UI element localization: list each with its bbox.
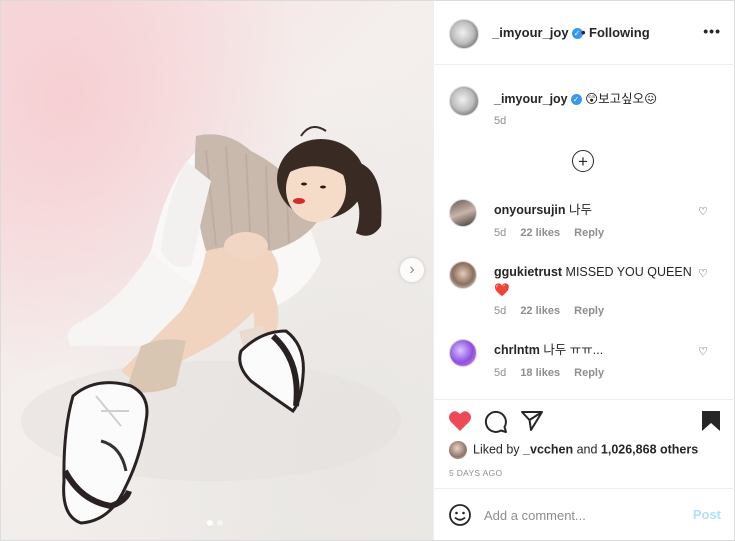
caption-avatar[interactable] bbox=[449, 86, 479, 116]
comment-text: 나두 bbox=[569, 203, 593, 217]
reply-button[interactable]: Reply bbox=[574, 367, 604, 379]
liker-avatar[interactable] bbox=[449, 441, 467, 459]
heart-icon[interactable] bbox=[448, 410, 472, 432]
comments-section[interactable]: _imyour_joy ✓ 😲보고싶오😖 5d + onyoursujin 나두 … bbox=[434, 66, 735, 399]
reply-button[interactable]: Reply bbox=[574, 305, 604, 317]
comment-likes[interactable]: 22 likes bbox=[520, 305, 560, 317]
commenter-username[interactable]: onyoursujin bbox=[494, 203, 566, 217]
comment-text: 나두 ㅠㅠ... bbox=[543, 343, 604, 357]
comment-body: ggukietrust MISSED YOU QUEEN ❤️ bbox=[494, 263, 694, 299]
liked-by-prefix: Liked by bbox=[473, 442, 520, 457]
carousel-next-button[interactable]: › bbox=[400, 258, 424, 282]
comment-body: onyoursujin 나두 bbox=[494, 201, 694, 219]
following-button[interactable]: Following bbox=[589, 25, 650, 40]
comment-icon[interactable] bbox=[484, 410, 508, 434]
comment-meta: 5d 18 likes Reply bbox=[494, 367, 615, 379]
separator-dot: • bbox=[581, 25, 586, 40]
verified-badge-icon: ✓ bbox=[570, 94, 582, 106]
comment-like-heart-icon[interactable]: ♡ bbox=[698, 205, 708, 218]
caption: _imyour_joy ✓ 😲보고싶오😖 bbox=[494, 88, 657, 107]
load-more-comments-button[interactable]: + bbox=[572, 150, 594, 172]
post-timestamp[interactable]: 5 DAYS AGO bbox=[449, 468, 502, 478]
commenter-avatar[interactable] bbox=[449, 339, 477, 367]
commenter-username[interactable]: ggukietrust bbox=[494, 265, 562, 279]
caption-time[interactable]: 5d bbox=[494, 115, 506, 127]
commenter-username[interactable]: chrlntm bbox=[494, 343, 540, 357]
comment-likes[interactable]: 18 likes bbox=[520, 367, 560, 379]
commenter-avatar[interactable] bbox=[449, 199, 477, 227]
avatar[interactable] bbox=[449, 19, 479, 49]
comment-meta: 5d 22 likes Reply bbox=[494, 227, 615, 239]
likes-count[interactable]: 1,026,868 others bbox=[601, 442, 698, 456]
plus-circle-icon: + bbox=[578, 151, 588, 171]
carousel-indicator bbox=[207, 520, 223, 526]
comment-time[interactable]: 5d bbox=[494, 227, 506, 239]
comment-like-heart-icon[interactable]: ♡ bbox=[698, 345, 708, 358]
add-comment-bar: Post bbox=[434, 488, 735, 540]
caption-username[interactable]: _imyour_joy bbox=[494, 92, 568, 106]
comment-input[interactable] bbox=[484, 505, 684, 525]
red-heart-emoji: ❤️ bbox=[494, 283, 510, 297]
username-link[interactable]: _imyour_joy bbox=[492, 25, 569, 40]
liked-by-user[interactable]: _vcchen bbox=[523, 442, 573, 456]
comment-time[interactable]: 5d bbox=[494, 367, 506, 379]
bookmark-icon[interactable] bbox=[701, 410, 721, 432]
and-word: and bbox=[576, 442, 598, 457]
share-icon[interactable] bbox=[520, 410, 544, 432]
photo-illustration bbox=[21, 126, 401, 525]
post-photo[interactable]: › bbox=[1, 1, 433, 540]
post-header: _imyour_joy ✓ • Following ••• bbox=[434, 1, 735, 65]
post-comment-button[interactable]: Post bbox=[693, 507, 721, 522]
carousel-dot bbox=[217, 520, 223, 526]
reply-button[interactable]: Reply bbox=[574, 227, 604, 239]
likes-summary: Liked by _vcchen and 1,026,868 others bbox=[449, 441, 698, 459]
comment-like-heart-icon[interactable]: ♡ bbox=[698, 267, 708, 280]
comment-time[interactable]: 5d bbox=[494, 305, 506, 317]
comment-meta: 5d 22 likes Reply bbox=[494, 305, 615, 317]
emoji-icon[interactable] bbox=[448, 503, 472, 527]
caption-text: 😲보고싶오😖 bbox=[585, 92, 658, 106]
comment-text: MISSED YOU QUEEN bbox=[565, 265, 692, 279]
comment-body: chrlntm 나두 ㅠㅠ... bbox=[494, 341, 694, 359]
chevron-right-icon: › bbox=[409, 261, 415, 278]
post-actions: Liked by _vcchen and 1,026,868 others 5 … bbox=[434, 399, 735, 488]
comment-likes[interactable]: 22 likes bbox=[520, 227, 560, 239]
post-author[interactable]: _imyour_joy ✓ bbox=[492, 25, 583, 40]
more-options-icon[interactable]: ••• bbox=[703, 23, 721, 39]
carousel-dot-active bbox=[207, 520, 213, 526]
post-side-panel: _imyour_joy ✓ • Following ••• _imyour_joy… bbox=[433, 1, 735, 540]
instagram-post: › _imyour_joy ✓ • Following ••• _imyour_j… bbox=[0, 0, 735, 541]
commenter-avatar[interactable] bbox=[449, 261, 477, 289]
